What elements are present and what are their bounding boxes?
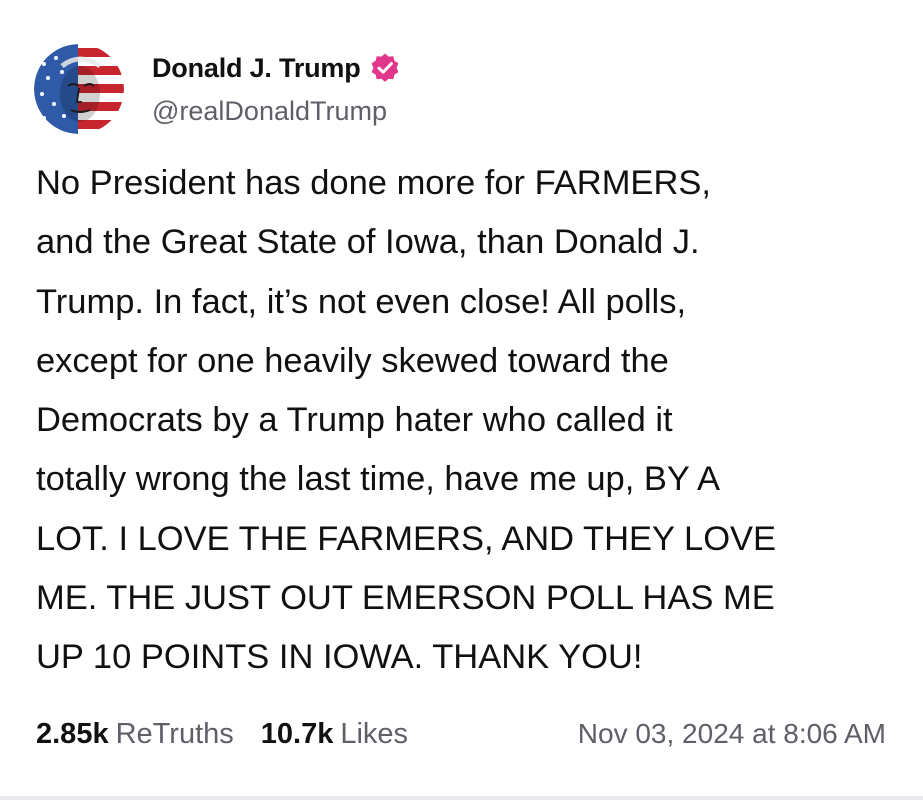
verified-badge-icon [369, 52, 401, 84]
author-name-row: Donald J. Trump [152, 50, 401, 86]
divider [0, 796, 923, 800]
author-display-name[interactable]: Donald J. Trump [152, 53, 361, 84]
likes-count: 10.7k [260, 717, 334, 750]
post-body-text: No President has done more for FARMERS, … [36, 164, 777, 677]
author-avatar[interactable] [34, 44, 124, 134]
post-stats-bar: 2.85k ReTruths 10.7k Likes Nov 03, 2024 … [36, 712, 886, 756]
retruths-count: 2.85k [36, 717, 109, 750]
avatar-image [34, 44, 124, 134]
likes-stat[interactable]: 10.7k Likes [261, 718, 408, 751]
truth-post: Donald J. Trump @realDonaldTrump No Pres… [0, 0, 923, 796]
retruths-stat[interactable]: 2.85k ReTruths [36, 718, 234, 751]
author-handle[interactable]: @realDonaldTrump [152, 96, 387, 127]
retruths-label: ReTruths [115, 717, 234, 750]
likes-label: Likes [340, 717, 409, 750]
post-timestamp[interactable]: Nov 03, 2024 at 8:06 AM [578, 718, 886, 750]
